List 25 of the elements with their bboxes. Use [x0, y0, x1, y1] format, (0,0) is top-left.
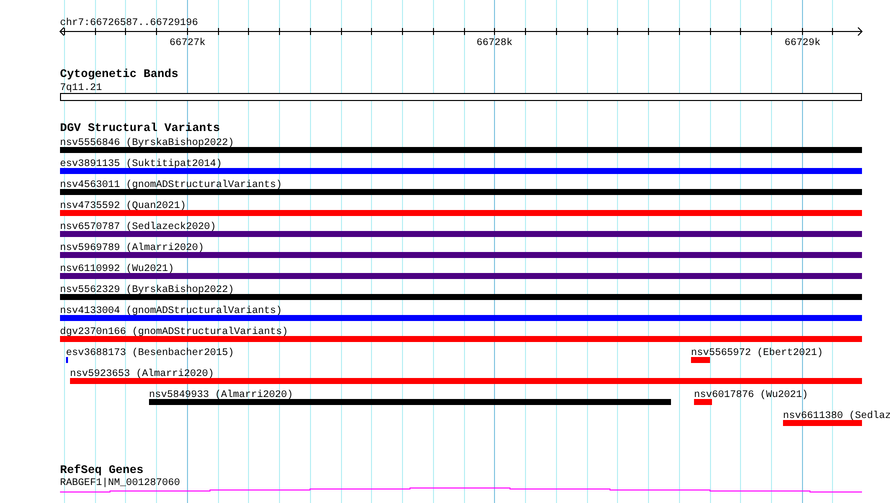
variant-label: nsv6017876 (Wu2021) — [694, 390, 808, 401]
variant-label: esv3891135 (Suktitipat2014) — [60, 159, 222, 170]
variant-label: nsv4133004 (gnomADStructuralVariants) — [60, 306, 282, 317]
variant-label: nsv5556846 (ByrskaBishop2022) — [60, 138, 234, 149]
variant-label: nsv6611380 (Sedlaz — [783, 411, 890, 422]
variant-label: nsv6110992 (Wu2021) — [60, 264, 174, 275]
variant-label: nsv4735592 (Quan2021) — [60, 201, 186, 212]
track-title: RefSeq Genes — [60, 464, 144, 477]
variant-label: nsv5565972 (Ebert2021) — [691, 348, 824, 359]
variant-label: nsv5849933 (Almarri2020) — [149, 390, 294, 401]
band-label: 7q11.21 — [60, 83, 102, 94]
gene-label: RABGEF1|NM_001287060 — [60, 478, 180, 489]
variant-label: nsv6570787 (Sedlazeck2020) — [60, 222, 216, 233]
variant-label: nsv5562329 (ByrskaBishop2022) — [60, 285, 234, 296]
variant-label: nsv5923653 (Almarri2020) — [70, 369, 214, 380]
track-title: DGV Structural Variants — [60, 122, 220, 135]
track-title: Cytogenetic Bands — [60, 68, 178, 81]
variant-label: nsv4563011 (gnomADStructuralVariants) — [60, 180, 282, 191]
variant-label: esv3688173 (Besenbacher2015) — [66, 348, 234, 359]
tick-label: 66727k — [170, 38, 206, 49]
variant-label: dgv2370n166 (gnomADStructuralVariants) — [60, 327, 288, 338]
variant-label: nsv5969789 (Almarri2020) — [60, 243, 204, 254]
tick-label: 66729k — [784, 38, 820, 49]
location-label: chr7:66726587..66729196 — [60, 18, 198, 29]
tick-label: 66728k — [476, 38, 512, 49]
